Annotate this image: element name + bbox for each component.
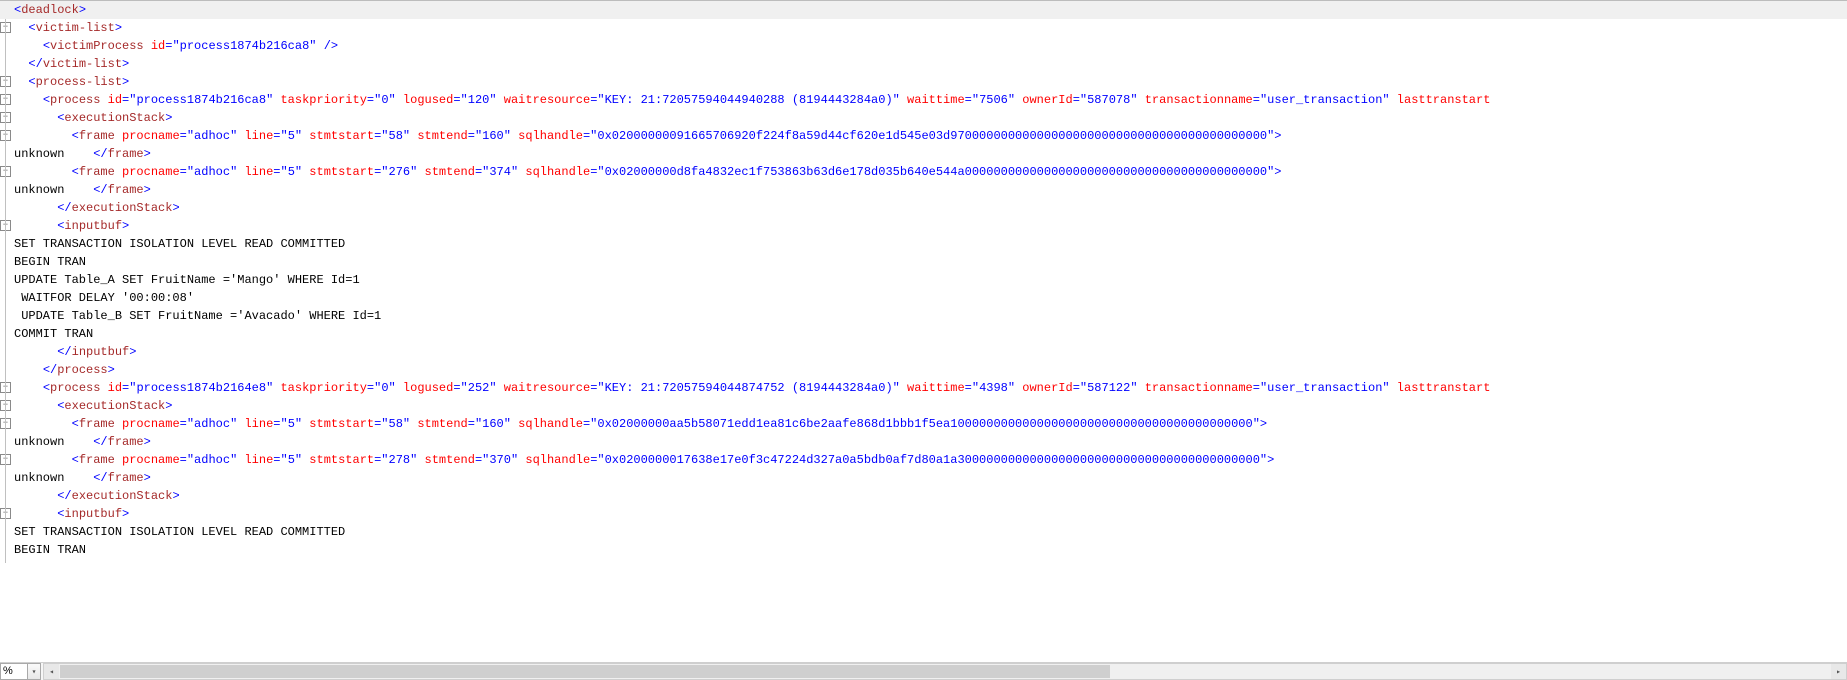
code-line[interactable]: <frame procname="adhoc" line="5" stmtsta… xyxy=(0,127,1847,145)
code-line[interactable]: WAITFOR DELAY '00:00:08' xyxy=(0,289,1847,307)
code-line[interactable]: <inputbuf> xyxy=(0,217,1847,235)
code-line[interactable]: <process id="process1874b216ca8" taskpri… xyxy=(0,91,1847,109)
code-editor[interactable]: <deadlock> <victim-list> <victimProcess … xyxy=(0,0,1847,662)
code-line[interactable]: unknown </frame> xyxy=(0,181,1847,199)
chevron-down-icon: ▾ xyxy=(32,667,37,677)
code-line[interactable]: SET TRANSACTION ISOLATION LEVEL READ COM… xyxy=(0,235,1847,253)
editor-content[interactable]: <deadlock> <victim-list> <victimProcess … xyxy=(0,1,1847,563)
code-line[interactable]: </inputbuf> xyxy=(0,343,1847,361)
scroll-right-button[interactable]: ▸ xyxy=(1831,664,1846,679)
code-line[interactable]: <frame procname="adhoc" line="5" stmtsta… xyxy=(0,451,1847,469)
code-line[interactable]: <victim-list> xyxy=(0,19,1847,37)
code-line[interactable]: <frame procname="adhoc" line="5" stmtsta… xyxy=(0,415,1847,433)
scroll-left-button[interactable]: ◂ xyxy=(44,664,59,679)
code-line[interactable]: UPDATE Table_B SET FruitName ='Avacado' … xyxy=(0,307,1847,325)
code-line[interactable]: <process id="process1874b2164e8" taskpri… xyxy=(0,379,1847,397)
code-line[interactable]: </process> xyxy=(0,361,1847,379)
code-line[interactable]: SET TRANSACTION ISOLATION LEVEL READ COM… xyxy=(0,523,1847,541)
horizontal-scrollbar[interactable]: ◂ ▸ xyxy=(43,663,1847,680)
code-line[interactable]: <process-list> xyxy=(0,73,1847,91)
zoom-level-input[interactable]: % xyxy=(0,663,28,680)
code-line[interactable]: unknown </frame> xyxy=(0,469,1847,487)
code-line[interactable]: <frame procname="adhoc" line="5" stmtsta… xyxy=(0,163,1847,181)
code-line[interactable]: COMMIT TRAN xyxy=(0,325,1847,343)
code-line[interactable]: unknown </frame> xyxy=(0,145,1847,163)
code-line[interactable]: <executionStack> xyxy=(0,109,1847,127)
zoom-dropdown-button[interactable]: ▾ xyxy=(28,663,41,680)
code-line[interactable]: BEGIN TRAN xyxy=(0,541,1847,559)
code-line[interactable]: </executionStack> xyxy=(0,199,1847,217)
code-line[interactable]: </executionStack> xyxy=(0,487,1847,505)
scroll-thumb[interactable] xyxy=(60,665,1110,678)
code-line[interactable]: UPDATE Table_A SET FruitName ='Mango' WH… xyxy=(0,271,1847,289)
code-line[interactable]: </victim-list> xyxy=(0,55,1847,73)
code-line[interactable]: BEGIN TRAN xyxy=(0,253,1847,271)
code-line[interactable]: <inputbuf> xyxy=(0,505,1847,523)
code-line[interactable]: unknown </frame> xyxy=(0,433,1847,451)
code-line[interactable]: <deadlock> xyxy=(0,1,1847,19)
code-line[interactable]: <executionStack> xyxy=(0,397,1847,415)
code-line[interactable]: <victimProcess id="process1874b216ca8" /… xyxy=(0,37,1847,55)
status-bar: % ▾ ◂ ▸ xyxy=(0,662,1847,680)
